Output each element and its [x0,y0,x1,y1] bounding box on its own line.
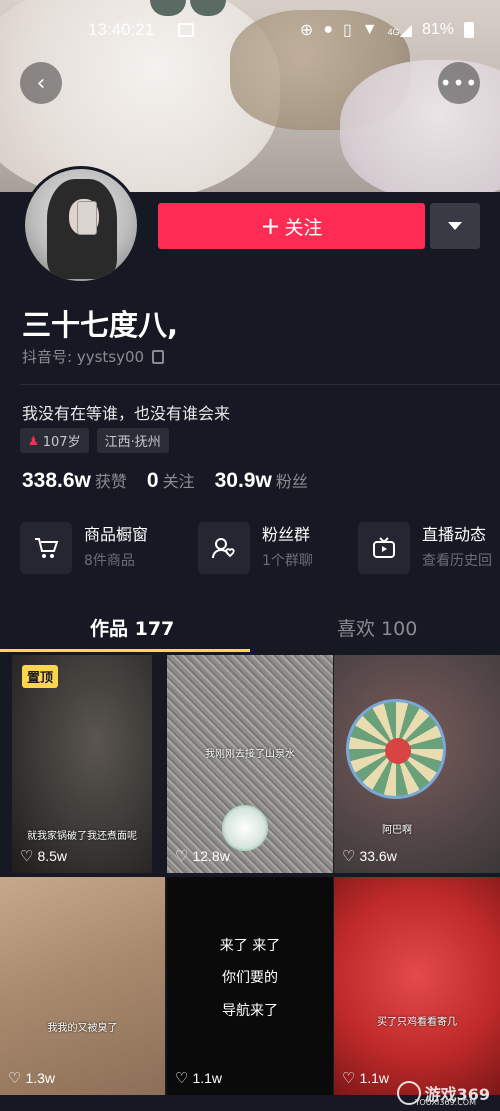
video-caption-4: 我我的又被臭了 [47,1023,118,1034]
watermark-subtext: YOUXI369.COM [414,1098,476,1107]
back-button[interactable]: ‹ [20,62,62,104]
bottle-shape [222,805,268,851]
video-caption-5-line3: 导航来了 [222,1003,278,1019]
shop-window-entry[interactable]: 商品橱窗 8件商品 [20,520,148,576]
followers-stat[interactable]: 30.9w 粉丝 [215,468,308,493]
followers-count: 30.9w [214,469,272,492]
heart-icon: ♡ [175,1070,189,1087]
video-thumbnail-5[interactable]: 来了 来了 你们要的 导航来了 ♡ 1.1w [167,877,333,1095]
video-caption-3: 阿巴啊 [382,825,412,836]
fan-group-title: 粉丝群 [262,525,311,544]
triangle-down-icon [448,222,462,230]
following-count: 0 [146,469,159,492]
signal-icon: 4G◢ [387,22,412,39]
active-tab-indicator [0,649,250,652]
video-caption-1: 就我家锅破了我还煮面呢 [27,831,137,842]
live-icon [358,522,410,574]
profile-name: 三十七度八, [22,308,179,342]
likes-label: 获赞 [94,472,127,491]
ellipsis-icon: ••• [439,71,479,95]
video-likes-3: ♡ 33.6w [342,848,397,865]
plus-icon: + [260,212,281,240]
chevron-left-icon: ‹ [36,70,46,96]
video-caption-6: 买了只鸡看看寄几 [377,1017,457,1028]
shop-window-title: 商品橱窗 [84,525,149,544]
video-likes-4: ♡ 1.3w [8,1070,56,1087]
live-history-sub: 查看历史回 [422,553,492,569]
heart-icon: ♡ [342,1070,356,1087]
content-tabs: 作品 177 喜欢 100 [0,600,500,652]
person-icon: ♟ [28,433,39,448]
following-label: 关注 [162,472,195,491]
profile-tags: ♟ 107岁 江西·抚州 [20,428,169,453]
video-likes-6: ♡ 1.1w [342,1070,390,1087]
video-caption-5-line1: 来了 来了 [219,938,281,954]
heart-icon: ♡ [8,1070,22,1087]
feature-entries: 商品橱窗 8件商品 粉丝群 1个群聊 直播动态 查看历史回 [20,520,500,580]
divider [20,384,500,385]
profile-bio: 我没有在等谁，也没有谁会来 [22,404,231,423]
douyin-id: 抖音号: yystsy00 [22,348,145,366]
video-likes-5: ♡ 1.1w [175,1070,223,1087]
group-icon [198,522,250,574]
site-watermark: 游戏369 YOUXI369.COM [396,1081,490,1107]
avatar[interactable] [22,166,140,284]
battery-icon [464,22,474,38]
copy-icon[interactable] [152,349,165,364]
status-icons: ⊕ ● ▯ ▼ 4G◢ 81% [300,20,474,40]
video-thumbnail-2[interactable]: 我刚刚去接了山泉水 ♡ 12.8w [167,655,333,873]
video-caption-2: 我刚刚去接了山泉水 [205,749,295,760]
recommend-dropdown-button[interactable] [430,203,480,249]
gallery-icon [178,23,194,37]
more-options-button[interactable]: ••• [438,62,480,104]
status-bar: 13:40:21 ⊕ ● ▯ ▼ 4G◢ 81% [0,18,500,48]
video-likes-2: ♡ 12.8w [175,848,230,865]
likes-stat: 338.6w 获赞 [22,468,127,493]
tab-likes[interactable]: 喜欢 100 [337,614,417,641]
spinning-target-shape [346,699,446,799]
douyin-id-row: 抖音号: yystsy00 [22,346,165,367]
shop-window-sub: 8件商品 [84,553,135,569]
pinned-badge: 置顶 [22,665,59,688]
live-history-title: 直播动态 [422,525,487,544]
likes-count: 338.6w [22,469,91,492]
following-stat[interactable]: 0 关注 [147,468,195,493]
heart-icon: ♡ [20,848,34,865]
follow-button-label: 关注 [284,216,323,239]
follow-button[interactable]: + 关注 [158,203,425,249]
battery-level: 81% [421,21,454,38]
heart-icon: ♡ [175,848,189,865]
profile-stats: 338.6w 获赞 0 关注 30.9w 粉丝 [22,468,328,493]
video-thumbnail-1[interactable]: 置顶 就我家锅破了我还煮面呢 ♡ 8.5w [12,655,152,873]
live-history-entry[interactable]: 直播动态 查看历史回 [358,520,492,576]
age-tag: ♟ 107岁 [20,428,89,453]
add-circle-icon: ⊕ [299,22,314,39]
location-icon: ● [323,21,333,38]
target-core [385,738,411,764]
video-likes-1: ♡ 8.5w [20,848,68,865]
video-thumbnail-4[interactable]: 我我的又被臭了 ♡ 1.3w [0,877,165,1095]
video-thumbnail-3[interactable]: 阿巴啊 ♡ 33.6w [334,655,500,873]
status-time: 13:40:21 [88,20,155,39]
fan-group-sub: 1个群聊 [262,553,313,569]
age-tag-label: 107岁 [42,435,81,450]
location-tag-label: 江西·抚州 [104,435,161,450]
heart-icon: ♡ [342,848,356,865]
fan-group-entry[interactable]: 粉丝群 1个群聊 [198,520,313,576]
cart-icon [20,522,72,574]
wifi-icon: ▼ [361,21,378,38]
followers-label: 粉丝 [275,472,308,491]
location-tag: 江西·抚州 [96,428,169,453]
video-thumbnail-6[interactable]: 买了只鸡看看寄几 ♡ 1.1w [334,877,500,1095]
video-caption-5-line2: 你们要的 [222,970,278,986]
avatar-phone-shape [77,201,97,235]
vibrate-icon: ▯ [342,22,352,39]
tab-works[interactable]: 作品 177 [90,614,174,641]
